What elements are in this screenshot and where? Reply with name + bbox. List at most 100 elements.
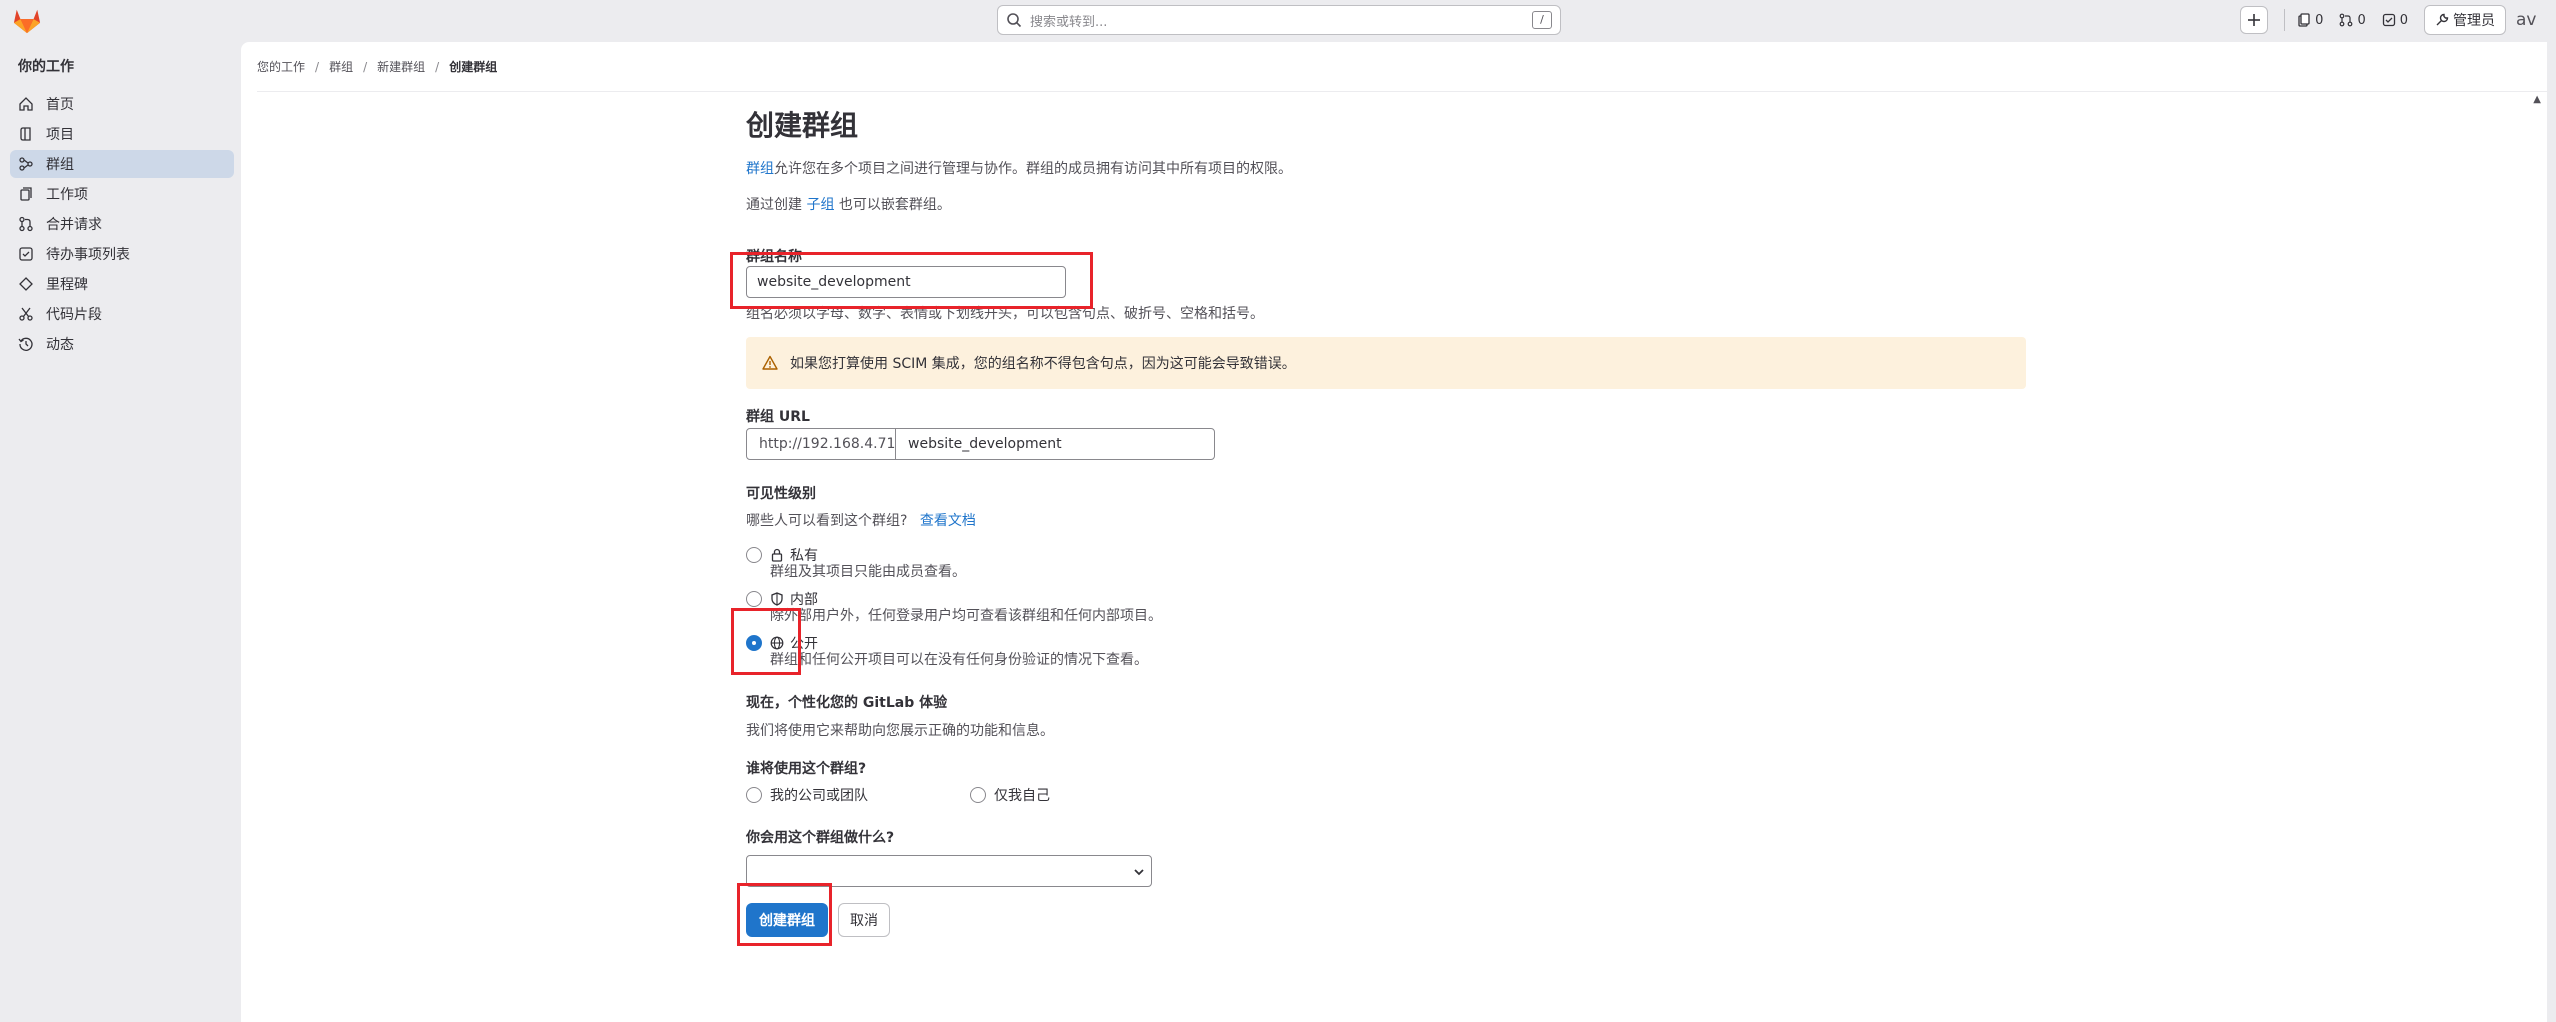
group-path-input[interactable]: website_development	[896, 429, 1214, 459]
issues-counter[interactable]: 0	[2297, 13, 2323, 28]
issues-icon	[2298, 13, 2310, 27]
who-just-me-radio[interactable]	[970, 787, 986, 803]
search-shortcut-badge: /	[1532, 11, 1552, 29]
todos-counter[interactable]: 0	[2382, 13, 2408, 28]
sidebar-heading: 你的工作	[18, 59, 74, 75]
scim-warning-text: 如果您打算使用 SCIM 集成，您的组名称不得包含句点，因为这可能会导致错误。	[790, 356, 1296, 372]
who-just-me-label: 仅我自己	[994, 788, 1050, 804]
merge-request-icon	[2340, 13, 2353, 27]
merge-requests-counter[interactable]: 0	[2339, 12, 2366, 28]
breadcrumb-separator: /	[363, 59, 368, 74]
breadcrumb-your-work[interactable]: 您的工作	[257, 58, 305, 75]
breadcrumb-groups[interactable]: 群组	[329, 58, 353, 75]
sidebar-item-label: 代码片段	[46, 307, 102, 323]
sidebar-item-home[interactable]: 首页	[10, 90, 234, 118]
sidebar-item-label: 合并请求	[46, 217, 102, 233]
who-just-me-option[interactable]: 仅我自己	[970, 785, 1050, 805]
breadcrumb-create-group[interactable]: 创建群组	[449, 58, 497, 75]
sidebar-item-label: 首页	[46, 97, 74, 113]
subgroup-description: 通过创建 子组 也可以嵌套群组。	[746, 194, 951, 214]
visibility-private-desc: 群组及其项目只能由成员查看。	[770, 564, 966, 580]
page-title: 创建群组	[746, 109, 859, 142]
scroll-up-arrow-icon[interactable]: ▲	[2533, 94, 2541, 105]
sidebar-item-milestones[interactable]: 里程碑	[10, 270, 234, 298]
visibility-internal-radio[interactable]	[746, 591, 762, 607]
plus-icon	[2248, 14, 2261, 26]
home-icon	[19, 97, 33, 111]
visibility-public-desc: 群组和任何公开项目可以在没有任何身份验证的情况下查看。	[770, 652, 1148, 668]
avatar[interactable]: av	[2516, 10, 2556, 30]
sidebar-item-activity[interactable]: 动态	[10, 330, 234, 358]
admin-label: 管理员	[2453, 13, 2495, 29]
chevron-down-icon	[1134, 869, 1144, 876]
search-placeholder: 搜索或转到...	[1030, 14, 1108, 30]
subgroup-text-before: 通过创建	[746, 197, 807, 213]
main-panel: 您的工作 / 群组 / 新建群组 / 创建群组 ▲ 创建群组 群组允许您在多个项…	[241, 42, 2547, 1022]
visibility-private-radio[interactable]	[746, 547, 762, 563]
sidebar: 你的工作 首页 项目 群组 工作项 合并请求 待办事项列表 里程碑 代码片段 动…	[0, 40, 241, 1022]
sidebar-item-projects[interactable]: 项目	[10, 120, 234, 148]
sidebar-item-label: 动态	[46, 337, 74, 353]
shield-icon	[771, 592, 783, 606]
mr-count: 0	[2357, 12, 2366, 28]
sidebar-item-work-items[interactable]: 工作项	[10, 180, 234, 208]
who-company-radio[interactable]	[746, 787, 762, 803]
warning-icon	[762, 355, 778, 370]
todo-icon	[19, 247, 33, 261]
admin-button[interactable]: 管理员	[2424, 5, 2506, 35]
issues-count: 0	[2315, 12, 2324, 28]
group-url-field: http://192.168.4.71/ website_development	[746, 428, 1215, 460]
milestone-icon	[19, 277, 33, 291]
what-for-label: 你会用这个群组做什么?	[746, 830, 895, 846]
todo-icon	[2382, 13, 2395, 27]
sidebar-item-snippets[interactable]: 代码片段	[10, 300, 234, 328]
visibility-question-text: 哪些人可以看到这个群组?	[746, 513, 908, 529]
group-description: 群组允许您在多个项目之间进行管理与协作。群组的成员拥有访问其中所有项目的权限。	[746, 158, 1292, 178]
visibility-internal-desc: 除外部用户外，任何登录用户均可查看该群组和任何内部项目。	[770, 608, 1162, 624]
search-icon	[1007, 13, 1022, 28]
group-url-label: 群组 URL	[746, 409, 810, 425]
breadcrumb-separator: /	[315, 59, 320, 74]
group-path-value: website_development	[908, 436, 1062, 452]
cancel-button[interactable]: 取消	[838, 903, 890, 937]
who-company-option[interactable]: 我的公司或团队	[746, 785, 868, 805]
subgroup-text-after: 也可以嵌套群组。	[834, 197, 951, 213]
lock-icon	[771, 548, 783, 562]
work-item-icon	[20, 187, 32, 201]
subgroup-link[interactable]: 子组	[806, 197, 834, 213]
groups-docs-link[interactable]: 群组	[746, 161, 774, 177]
top-bar: 搜索或转到... / 0 0 0 管理员 av	[0, 0, 2556, 40]
group-icon	[19, 157, 33, 171]
activity-icon	[18, 337, 33, 351]
sidebar-item-label: 里程碑	[46, 277, 88, 293]
sidebar-item-todos[interactable]: 待办事项列表	[10, 240, 234, 268]
personalize-desc: 我们将使用它来帮助向您展示正确的功能和信息。	[746, 723, 1054, 739]
sidebar-item-label: 工作项	[46, 187, 88, 203]
sidebar-item-label: 项目	[46, 127, 74, 143]
visibility-level-label: 可见性级别	[746, 486, 816, 502]
highlight-box-group-name	[730, 252, 1093, 309]
todo-count: 0	[2399, 12, 2408, 28]
who-uses-label: 谁将使用这个群组?	[746, 761, 867, 777]
who-company-label: 我的公司或团队	[770, 788, 868, 804]
breadcrumb-new-group[interactable]: 新建群组	[377, 58, 425, 75]
create-new-button[interactable]	[2240, 6, 2269, 34]
toolbar-divider	[2284, 9, 2286, 31]
personalize-title: 现在，个性化您的 GitLab 体验	[746, 695, 948, 711]
search-input[interactable]: 搜索或转到... /	[997, 5, 1561, 35]
visibility-docs-link[interactable]: 查看文档	[920, 513, 976, 529]
avatar-alt-text: av	[2516, 10, 2537, 30]
scim-warning-alert: 如果您打算使用 SCIM 集成，您的组名称不得包含句点，因为这可能会导致错误。	[746, 337, 2026, 389]
project-icon	[20, 127, 31, 141]
visibility-question: 哪些人可以看到这个群组? 查看文档	[746, 510, 976, 530]
highlight-box-create-button	[737, 883, 832, 946]
sidebar-item-merge-requests[interactable]: 合并请求	[10, 210, 234, 238]
group-description-text: 允许您在多个项目之间进行管理与协作。群组的成员拥有访问其中所有项目的权限。	[774, 161, 1292, 177]
snippet-icon	[19, 307, 33, 321]
breadcrumb: 您的工作 / 群组 / 新建群组 / 创建群组	[257, 42, 2547, 92]
sidebar-item-groups[interactable]: 群组	[10, 150, 234, 178]
gitlab-logo-icon[interactable]	[12, 6, 42, 34]
sidebar-item-label: 群组	[46, 157, 74, 173]
top-right-toolbar: 0 0 0 管理员 av	[2240, 5, 2556, 35]
wrench-icon	[2436, 13, 2449, 26]
